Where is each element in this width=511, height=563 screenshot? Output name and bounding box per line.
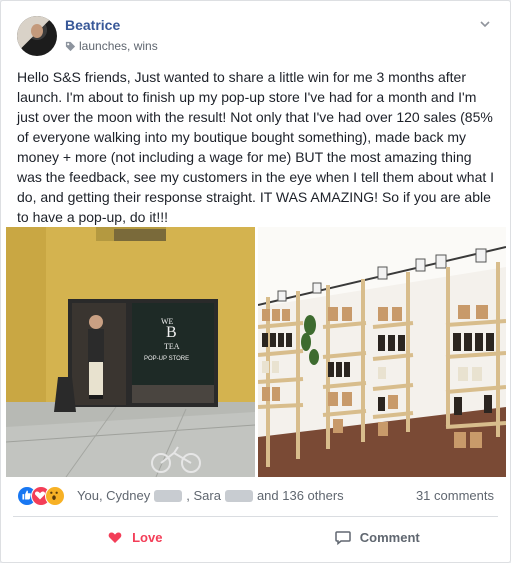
reaction-names-part3: and 136 others (256, 488, 344, 503)
reaction-names[interactable]: You, Cydney , Sara and 136 others (77, 488, 344, 503)
comment-button[interactable]: Comment (256, 521, 499, 553)
post-body: Hello S&S friends, Just wanted to share … (17, 69, 495, 225)
redacted-name (154, 489, 183, 502)
reaction-names-part1: You, Cydney (77, 488, 151, 503)
post-tags[interactable]: launches, wins (65, 39, 158, 53)
sign-b: B (166, 324, 177, 341)
photo-grid: WE B TEA POP-UP STORE (6, 227, 506, 477)
reaction-bar: You, Cydney , Sara and 136 others 31 com… (17, 485, 494, 507)
avatar[interactable] (17, 16, 57, 56)
post-card: Beatrice launches, wins Hello S&S friend… (0, 0, 511, 563)
post-header: Beatrice launches, wins (13, 13, 498, 59)
author-name[interactable]: Beatrice (65, 17, 120, 33)
sign-tea: TEA (164, 342, 180, 351)
sign-popup: POP-UP STORE (144, 356, 189, 362)
love-label: Love (132, 529, 163, 545)
wow-reaction-icon (45, 486, 65, 506)
store-interior-photo[interactable] (258, 227, 506, 477)
comment-label: Comment (359, 529, 420, 545)
tag-icon (65, 41, 76, 51)
comment-icon (335, 531, 351, 546)
action-divider (13, 516, 498, 517)
redacted-name (224, 489, 253, 502)
reaction-icons[interactable] (17, 486, 73, 506)
action-bar: Love Comment (13, 521, 498, 553)
reaction-names-part2: , Sara (186, 488, 221, 503)
tags-label: launches, wins (79, 39, 158, 53)
storefront-photo[interactable]: WE B TEA POP-UP STORE (6, 227, 255, 477)
heart-icon (108, 532, 122, 543)
comments-count[interactable]: 31 comments (416, 488, 494, 503)
love-button[interactable]: Love (13, 521, 256, 553)
chevron-down-icon[interactable] (478, 17, 492, 31)
